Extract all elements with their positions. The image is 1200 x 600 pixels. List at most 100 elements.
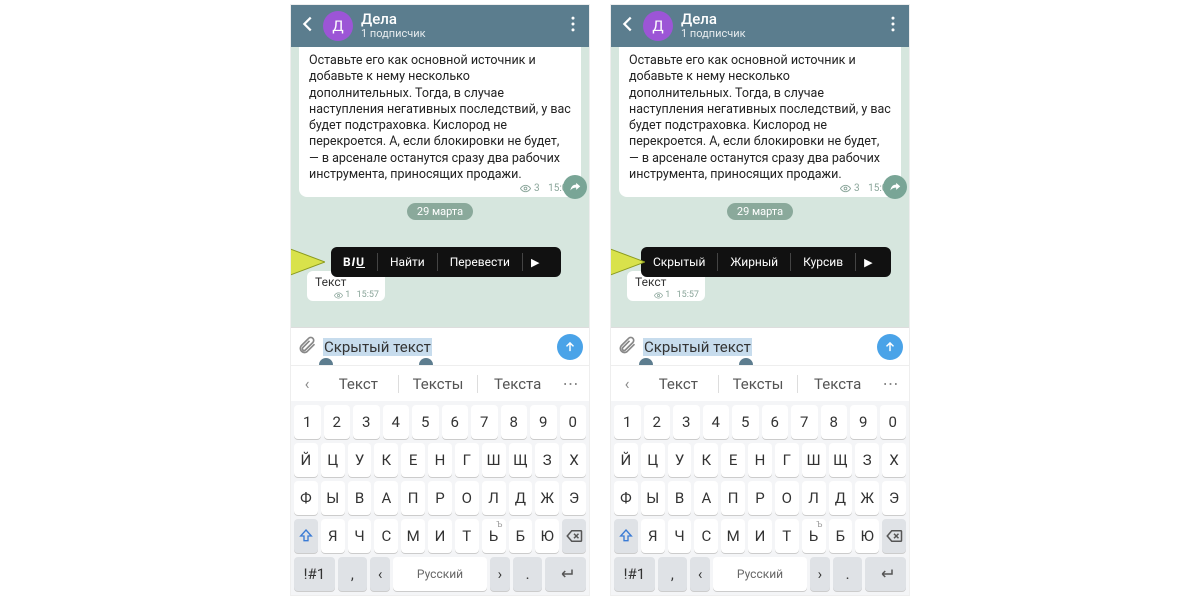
key-4[interactable]: 4 (703, 405, 730, 439)
back-icon[interactable] (617, 13, 639, 39)
lang-prev-icon[interactable]: ‹ (370, 557, 390, 591)
key-Ш[interactable]: Ш (482, 443, 506, 477)
forward-icon[interactable] (883, 175, 907, 199)
forward-icon[interactable] (563, 175, 587, 199)
key-6[interactable]: 6 (762, 405, 789, 439)
key-Е[interactable]: Е (401, 443, 425, 477)
key-Ж[interactable]: Ж (855, 481, 879, 515)
key-2[interactable]: 2 (644, 405, 671, 439)
key-Х[interactable]: Х (562, 443, 586, 477)
key-А[interactable]: А (694, 481, 718, 515)
format-hidden-button[interactable]: Скрытый (641, 247, 717, 277)
key-Ч[interactable]: Ч (348, 519, 372, 553)
dot-key[interactable]: . (513, 557, 542, 591)
key-Ь[interactable]: ЬЪ (802, 519, 826, 553)
key-П[interactable]: П (721, 481, 745, 515)
suggestion-2[interactable]: Тексты (399, 375, 478, 393)
key-Н[interactable]: Н (428, 443, 452, 477)
lang-next-icon[interactable]: › (490, 557, 510, 591)
key-И[interactable]: И (748, 519, 772, 553)
channel-title-block[interactable]: Дела 1 подписчик (677, 12, 879, 39)
backspace-key[interactable] (562, 519, 586, 553)
key-А[interactable]: А (374, 481, 398, 515)
key-1[interactable]: 1 (294, 405, 321, 439)
symbols-key[interactable]: !#1 (614, 557, 655, 591)
symbols-key[interactable]: !#1 (294, 557, 335, 591)
menu-dots-icon[interactable] (883, 14, 903, 38)
channel-avatar[interactable]: Д (323, 11, 353, 41)
spacebar-key[interactable]: Русский (393, 557, 486, 591)
key-9[interactable]: 9 (850, 405, 877, 439)
suggestion-1[interactable]: Текст (319, 375, 398, 393)
attach-icon[interactable] (617, 335, 637, 359)
key-Ч[interactable]: Ч (668, 519, 692, 553)
send-button[interactable] (557, 334, 583, 360)
key-П[interactable]: П (401, 481, 425, 515)
key-Л[interactable]: Л (482, 481, 506, 515)
message-bubble[interactable]: Оставьте его как основной источник и доб… (299, 47, 581, 197)
key-З[interactable]: З (535, 443, 559, 477)
channel-avatar[interactable]: Д (643, 11, 673, 41)
key-Ц[interactable]: Ц (321, 443, 345, 477)
key-Э[interactable]: Э (882, 481, 906, 515)
key-Я[interactable]: Я (641, 519, 665, 553)
key-Г[interactable]: Г (455, 443, 479, 477)
key-Н[interactable]: Н (748, 443, 772, 477)
format-biu-button[interactable]: BIU (331, 247, 377, 277)
key-К[interactable]: К (694, 443, 718, 477)
message-bubble[interactable]: Оставьте его как основной источник и доб… (619, 47, 901, 197)
key-Э[interactable]: Э (562, 481, 586, 515)
find-button[interactable]: Найти (378, 247, 437, 277)
key-Д[interactable]: Д (829, 481, 853, 515)
key-7[interactable]: 7 (471, 405, 498, 439)
key-Т[interactable]: Т (775, 519, 799, 553)
key-5[interactable]: 5 (732, 405, 759, 439)
context-menu-next-icon[interactable]: ▶ (856, 256, 880, 269)
key-Ц[interactable]: Ц (641, 443, 665, 477)
suggestion-collapse-icon[interactable]: ‹ (295, 374, 319, 393)
key-О[interactable]: О (455, 481, 479, 515)
key-8[interactable]: 8 (501, 405, 528, 439)
key-Ы[interactable]: Ы (641, 481, 665, 515)
key-2[interactable]: 2 (324, 405, 351, 439)
lang-next-icon[interactable]: › (810, 557, 830, 591)
key-Х[interactable]: Х (882, 443, 906, 477)
menu-dots-icon[interactable] (563, 14, 583, 38)
key-О[interactable]: О (775, 481, 799, 515)
key-Р[interactable]: Р (428, 481, 452, 515)
key-Е[interactable]: Е (721, 443, 745, 477)
key-Й[interactable]: Й (294, 443, 318, 477)
key-Ф[interactable]: Ф (294, 481, 318, 515)
lang-prev-icon[interactable]: ‹ (690, 557, 710, 591)
suggestion-collapse-icon[interactable]: ‹ (615, 374, 639, 393)
key-Ю[interactable]: Ю (535, 519, 559, 553)
key-8[interactable]: 8 (821, 405, 848, 439)
key-Щ[interactable]: Щ (509, 443, 533, 477)
back-icon[interactable] (297, 13, 319, 39)
key-Ж[interactable]: Ж (535, 481, 559, 515)
key-С[interactable]: С (374, 519, 398, 553)
suggestion-1[interactable]: Текст (639, 375, 718, 393)
key-Б[interactable]: Б (509, 519, 533, 553)
key-5[interactable]: 5 (412, 405, 439, 439)
key-М[interactable]: М (721, 519, 745, 553)
enter-key[interactable] (545, 557, 586, 591)
message-input[interactable]: Скрытый текст (643, 338, 871, 356)
key-С[interactable]: С (694, 519, 718, 553)
key-1[interactable]: 1 (614, 405, 641, 439)
key-3[interactable]: 3 (673, 405, 700, 439)
comma-key[interactable]: , (658, 557, 687, 591)
suggestion-more-icon[interactable]: ⋯ (877, 374, 905, 393)
enter-key[interactable] (865, 557, 906, 591)
key-Ь[interactable]: ЬЪ (482, 519, 506, 553)
key-Й[interactable]: Й (614, 443, 638, 477)
key-В[interactable]: В (668, 481, 692, 515)
key-К[interactable]: К (374, 443, 398, 477)
key-Г[interactable]: Г (775, 443, 799, 477)
key-У[interactable]: У (668, 443, 692, 477)
key-0[interactable]: 0 (560, 405, 587, 439)
attach-icon[interactable] (297, 335, 317, 359)
suggestion-2[interactable]: Тексты (719, 375, 798, 393)
key-В[interactable]: В (348, 481, 372, 515)
key-0[interactable]: 0 (880, 405, 907, 439)
